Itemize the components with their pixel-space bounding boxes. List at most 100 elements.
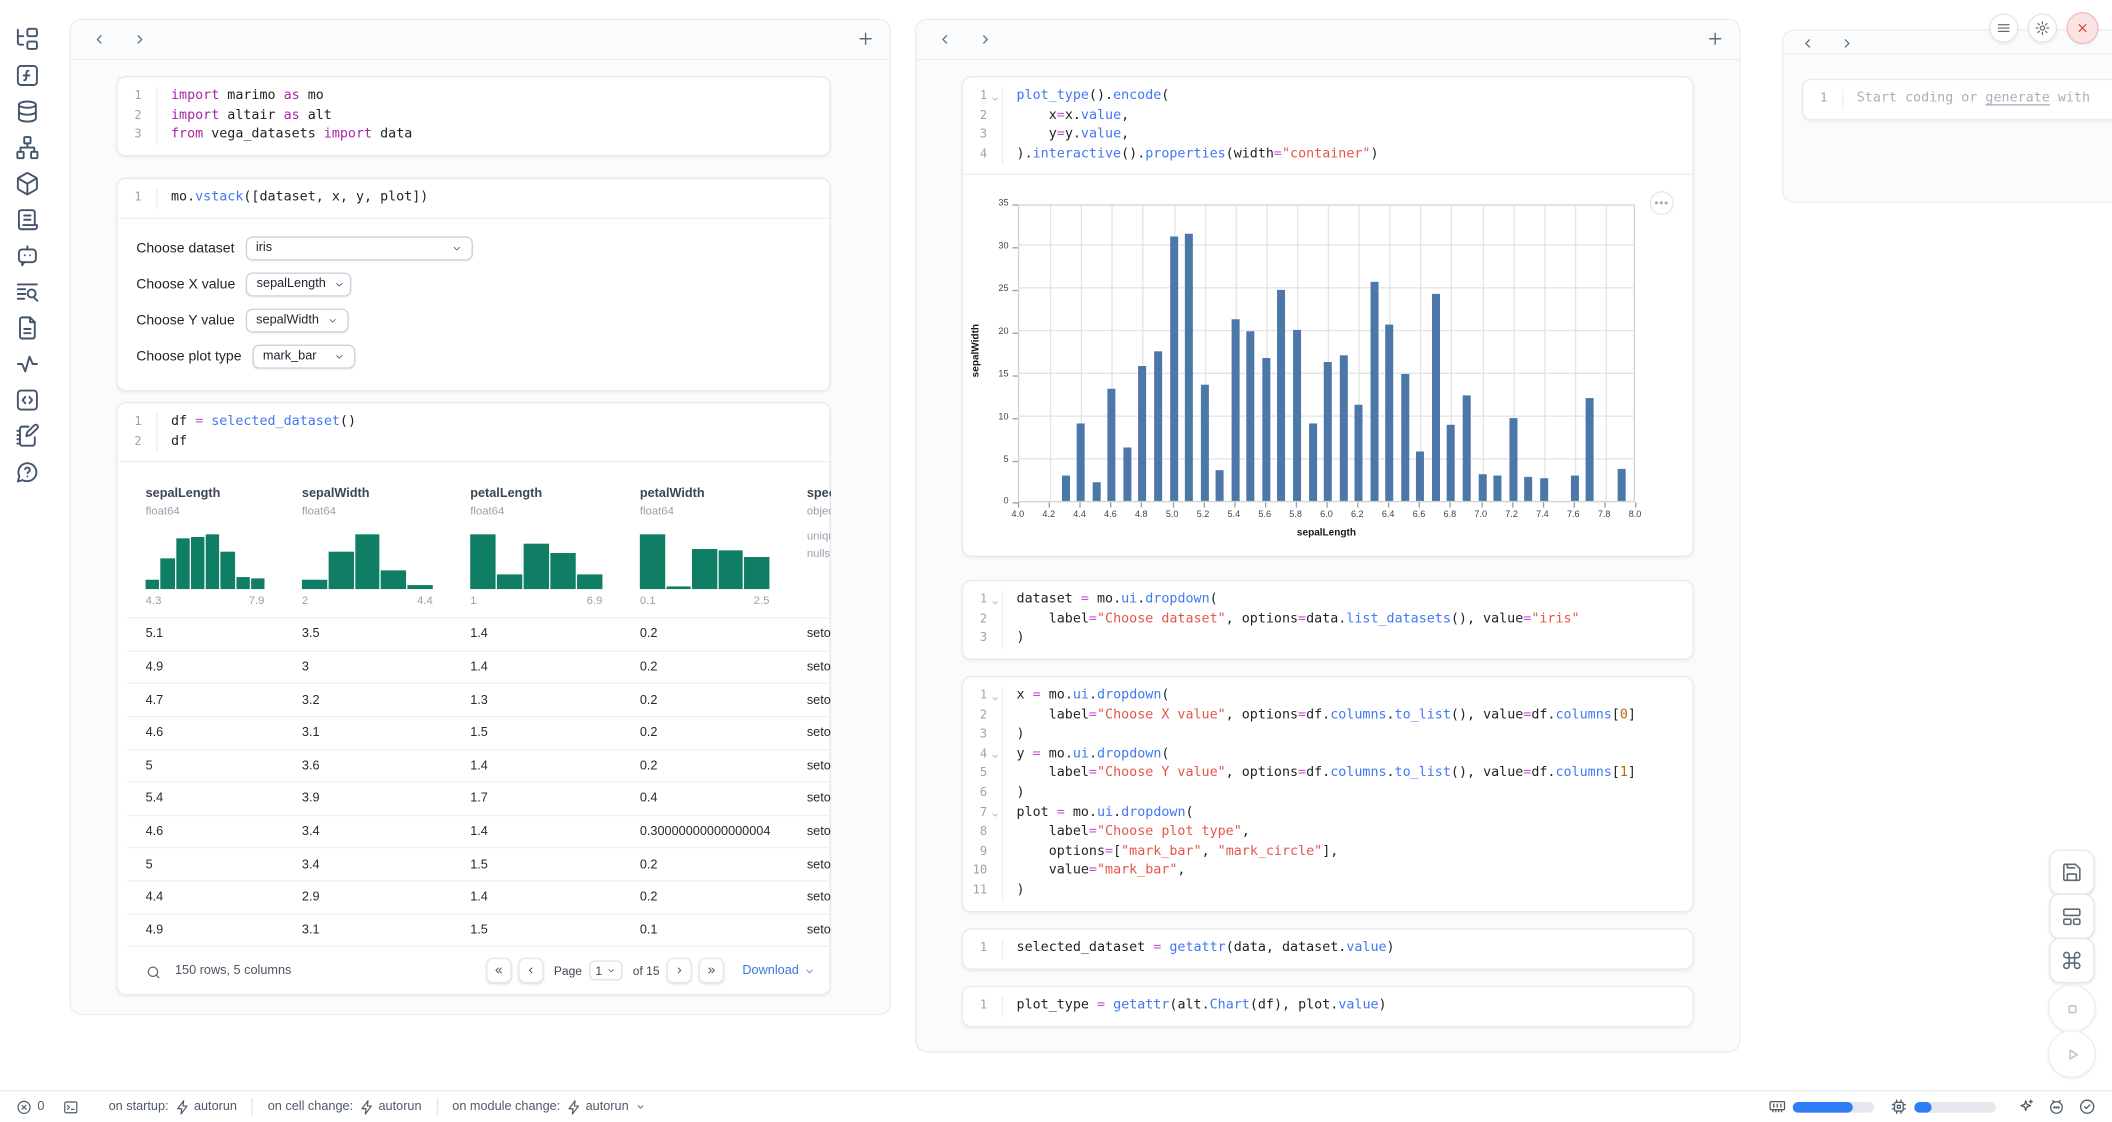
tracing-icon[interactable] [15,351,40,376]
next-page-button[interactable] [666,958,691,983]
function-icon[interactable] [15,63,40,88]
chart-bar [1401,374,1409,502]
table-row[interactable]: 53.41.50.2setosa [127,847,831,880]
column-header[interactable]: sepalWidthfloat6424.4 [283,476,451,618]
download-button[interactable]: Download [742,963,814,978]
terminal-button[interactable] [63,1099,79,1115]
altair-chart[interactable]: sepalWidth4.04.24.44.64.85.05.25.45.65.8… [963,175,1692,556]
ai-assistant-button[interactable] [2017,1098,2034,1115]
column-header[interactable]: petalWidthfloat640.12.5 [621,476,788,618]
logs-icon[interactable] [15,207,40,232]
console-icon[interactable] [15,387,40,412]
last-page-button[interactable] [698,958,723,983]
table-row[interactable]: 4.63.41.40.30000000000000004setosa [127,815,831,848]
window-controls [1989,13,2099,44]
menu-button[interactable] [1989,13,2018,42]
dropdown-select[interactable]: sepalLength [246,272,352,296]
add-cell-button[interactable] [855,29,876,50]
code-editor[interactable]: 1import marimo as mo2import altair as al… [118,77,830,154]
column-header[interactable]: petalLengthfloat6416.9 [452,476,622,618]
run-all-button[interactable] [2048,1030,2096,1078]
line-number: 2 [118,432,158,451]
scratchpad-editor[interactable]: 1 Start coding or generate with [1803,80,2112,118]
code-line: 8 label="Choose plot type", [963,823,1692,842]
code-line: 1plot_type().encode( [963,87,1692,106]
kernel-button[interactable] [2048,1098,2065,1115]
startup-autorun-toggle[interactable]: on startup: autorun [109,1099,237,1115]
fold-chevron-icon [990,751,1001,762]
dataframe-table: sepalLengthfloat644.37.9sepalWidthfloat6… [127,476,831,994]
chat-icon[interactable] [15,243,40,268]
column-header[interactable]: sepalLengthfloat644.37.9 [127,476,283,618]
cell-change-autorun-toggle[interactable]: on cell change: autorun [268,1099,422,1115]
code-editor[interactable]: 1plot_type = getattr(alt.Chart(df), plot… [963,987,1692,1025]
panel-back-button[interactable] [1798,35,1818,55]
dropdown-select[interactable]: sepalWidth [245,308,348,332]
table-cell: 3.9 [283,783,451,815]
chart-menu-button[interactable]: ••• [1650,192,1674,216]
x-tick-label: 7.4 [1526,511,1558,520]
table-row[interactable]: 5.13.51.40.2setosa [127,617,831,650]
file-tree-icon[interactable] [15,27,40,52]
page-select[interactable]: 1 [589,961,622,981]
table-cell: setosa [788,619,831,651]
table-row[interactable]: 4.93.11.50.1setosa [127,913,831,946]
table-row[interactable]: 4.73.21.30.2setosa [127,683,831,716]
panel-back-button[interactable] [935,31,955,51]
search-button[interactable] [146,963,162,979]
table-cell: 3.5 [283,619,451,651]
dropdown-value: mark_bar [263,349,317,364]
keyboard-shortcuts-button[interactable] [2049,938,2094,983]
module-change-autorun-toggle[interactable]: on module change: autorun [452,1099,646,1115]
dropdown-select[interactable]: iris [245,236,472,260]
scratchpad-icon[interactable] [15,423,40,448]
first-page-button[interactable] [486,958,511,983]
errors-indicator[interactable]: 0 [16,1099,44,1115]
line-number: 3 [963,126,1003,145]
generate-link[interactable]: generate [1985,91,2049,106]
code-editor[interactable]: 1selected_dataset = getattr(data, datase… [963,930,1692,968]
column-header[interactable]: speciesobjectunique:nulls: [788,476,831,618]
table-row[interactable]: 53.61.40.2setosa [127,749,831,782]
code-editor[interactable]: 1dataset = mo.ui.dropdown(2 label="Choos… [963,581,1692,658]
package-icon[interactable] [15,171,40,196]
prev-page-button[interactable] [518,958,543,983]
chart-bar [1385,324,1393,501]
panel-back-button[interactable] [89,31,109,51]
table-row[interactable]: 4.63.11.50.2setosa [127,716,831,749]
table-cell: 1.5 [452,717,622,749]
save-button[interactable] [2049,850,2094,895]
panel-forward-button[interactable] [975,31,995,51]
code-editor[interactable]: 1plot_type().encode(2 x=x.value,3 y=y.va… [963,77,1692,174]
table-row[interactable]: 5.43.91.70.4setosa [127,782,831,815]
chart-bar [1216,470,1224,502]
panel-forward-button[interactable] [130,31,150,51]
line-number: 1 [118,188,158,207]
add-cell-button[interactable] [1704,29,1725,50]
doc-search-icon[interactable] [15,279,40,304]
panel-forward-button[interactable] [1837,35,1857,55]
layout-button[interactable] [2049,894,2094,939]
table-row[interactable]: 4.931.40.2setosa [127,650,831,683]
stop-all-button[interactable] [2048,984,2096,1032]
code-editor[interactable]: 1df = selected_dataset()2df [118,403,830,461]
close-button[interactable] [2066,12,2098,44]
fold-chevron-icon [990,93,1001,104]
menu-icon [1996,20,2012,36]
line-number: 4 [963,145,1003,164]
x-tick-label: 6.4 [1372,511,1404,520]
histogram-bar [470,534,495,589]
fold-chevron-icon [990,596,1001,607]
help-icon[interactable] [15,460,40,485]
connection-status-button[interactable] [2079,1098,2096,1115]
settings-button[interactable] [2028,13,2057,42]
chart-bar [1416,451,1424,501]
table-row[interactable]: 4.42.91.40.2setosa [127,880,831,913]
database-icon[interactable] [15,99,40,124]
dropdown-select[interactable]: mark_bar [252,344,355,368]
snippets-icon[interactable] [15,315,40,340]
code-editor[interactable]: 1mo.vstack([dataset, x, y, plot]) [118,179,830,217]
code-line: 1import marimo as mo [118,87,830,106]
code-editor[interactable]: 1x = mo.ui.dropdown(2 label="Choose X va… [963,677,1692,910]
dependency-graph-icon[interactable] [15,135,40,160]
